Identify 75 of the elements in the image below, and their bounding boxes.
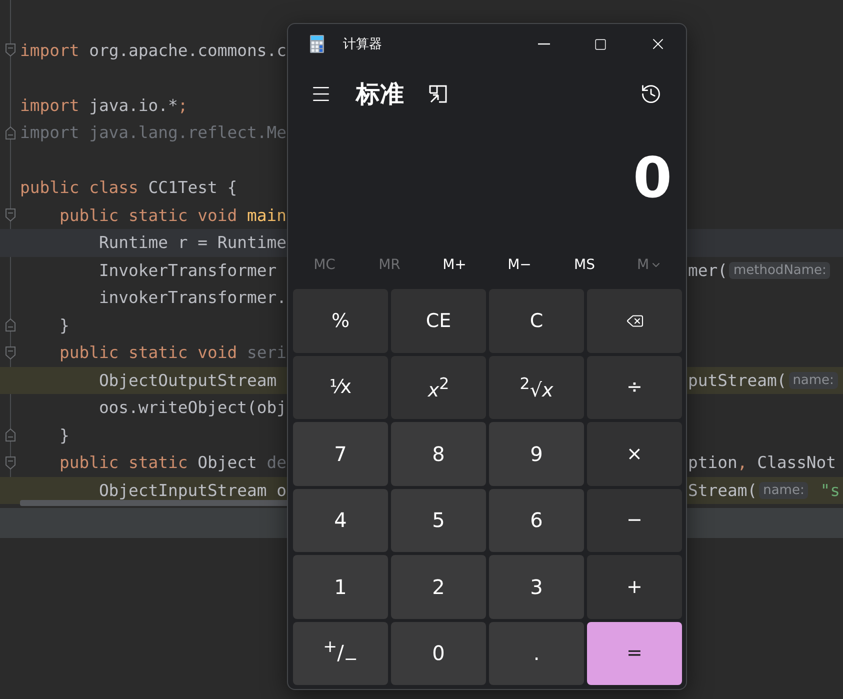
history-icon — [640, 83, 662, 105]
code-text: ption — [688, 453, 738, 472]
digit-button[interactable]: 2 — [391, 555, 486, 618]
parameter-hint: methodName: — [729, 262, 830, 279]
digit-button[interactable]: $^{+}$/$_{−}$ — [293, 622, 388, 685]
digit-button[interactable]: 3 — [489, 555, 584, 618]
equals-button[interactable]: = — [587, 622, 682, 685]
code-text: } — [58, 426, 70, 445]
code-text: import — [20, 40, 80, 60]
code-text: import java.lang.reflect.Me — [20, 123, 286, 142]
operator-button[interactable]: % — [293, 289, 388, 352]
code-text: mer( — [688, 260, 728, 280]
code-text: CC1Test { — [147, 178, 238, 198]
minimize-icon — [538, 43, 550, 45]
fold-icon[interactable] — [4, 208, 16, 222]
code-text: de — [266, 453, 286, 472]
code-text: ObjectOutputStream — [98, 370, 278, 390]
result-display: 0 — [633, 146, 672, 211]
code-text: oos.writeObject(obj — [98, 398, 286, 418]
code-text: Object — [196, 453, 258, 472]
code-text: ClassNot — [757, 453, 836, 472]
code-text: Runtime r = Runtime — [98, 233, 286, 252]
digit-button[interactable]: 8 — [391, 422, 486, 486]
code-text: putStream( — [688, 370, 787, 390]
scrollbar-thumb[interactable] — [20, 500, 290, 506]
parameter-hint: name: — [759, 482, 808, 499]
fold-icon[interactable] — [4, 43, 16, 58]
code-text: public static void — [58, 343, 238, 362]
keep-on-top-icon — [428, 84, 448, 104]
fold-icon[interactable] — [4, 126, 16, 140]
digit-button[interactable]: 9 — [489, 422, 584, 486]
code-text: public static void — [58, 206, 238, 225]
code-text: ObjectInputStream o — [98, 480, 286, 500]
code-text: seri — [246, 343, 286, 362]
operator-button[interactable]: − — [587, 488, 682, 552]
digit-button[interactable]: 5 — [391, 488, 486, 552]
fold-icon[interactable] — [4, 428, 16, 442]
digit-button[interactable]: . — [489, 622, 584, 685]
code-text: Stream( — [688, 480, 758, 500]
fold-icon[interactable] — [4, 456, 16, 470]
code-text: , — [737, 453, 748, 472]
code-text: } — [58, 316, 70, 335]
operator-button[interactable]: CE — [391, 289, 486, 352]
operator-button[interactable]: ÷ — [587, 356, 682, 419]
operator-button[interactable]: $^{2}$√x — [489, 356, 584, 419]
code-text: "s — [819, 480, 840, 500]
digit-button[interactable]: 0 — [391, 622, 486, 685]
code-text: InvokerTransformer — [98, 260, 278, 280]
fold-icon[interactable] — [4, 318, 16, 332]
code-text: public static — [58, 453, 188, 472]
operator-button[interactable]: x$^{2}$ — [391, 356, 486, 419]
operator-button[interactable]: + — [587, 555, 682, 618]
memory-button[interactable]: M+ — [422, 243, 487, 287]
memory-button[interactable]: MS — [552, 243, 617, 287]
memory-button[interactable]: M− — [487, 243, 552, 287]
fold-icon[interactable] — [4, 346, 16, 360]
code-text: org.apache.commons.c — [88, 40, 286, 60]
code-text: invokerTransformer. — [98, 288, 286, 308]
code-text: ; — [178, 96, 188, 115]
digit-button[interactable]: 4 — [293, 488, 388, 552]
digit-button[interactable]: 1 — [293, 555, 388, 618]
calculator-icon — [310, 35, 324, 53]
code-text: import — [20, 96, 80, 115]
code-text: java.io.* — [88, 96, 178, 115]
maximize-icon — [594, 38, 607, 50]
digit-button[interactable]: 6 — [489, 488, 584, 552]
window-title: 计算器 — [343, 36, 383, 53]
mode-title: 标准 — [356, 79, 404, 110]
operator-button[interactable]: × — [587, 422, 682, 486]
digit-button[interactable]: 7 — [293, 422, 388, 486]
operator-button[interactable]: ⅟x — [293, 356, 388, 419]
code-text: main — [246, 206, 286, 225]
operator-button[interactable]: C — [489, 289, 584, 352]
code-text: public class — [20, 178, 138, 198]
parameter-hint: name: — [788, 372, 838, 389]
